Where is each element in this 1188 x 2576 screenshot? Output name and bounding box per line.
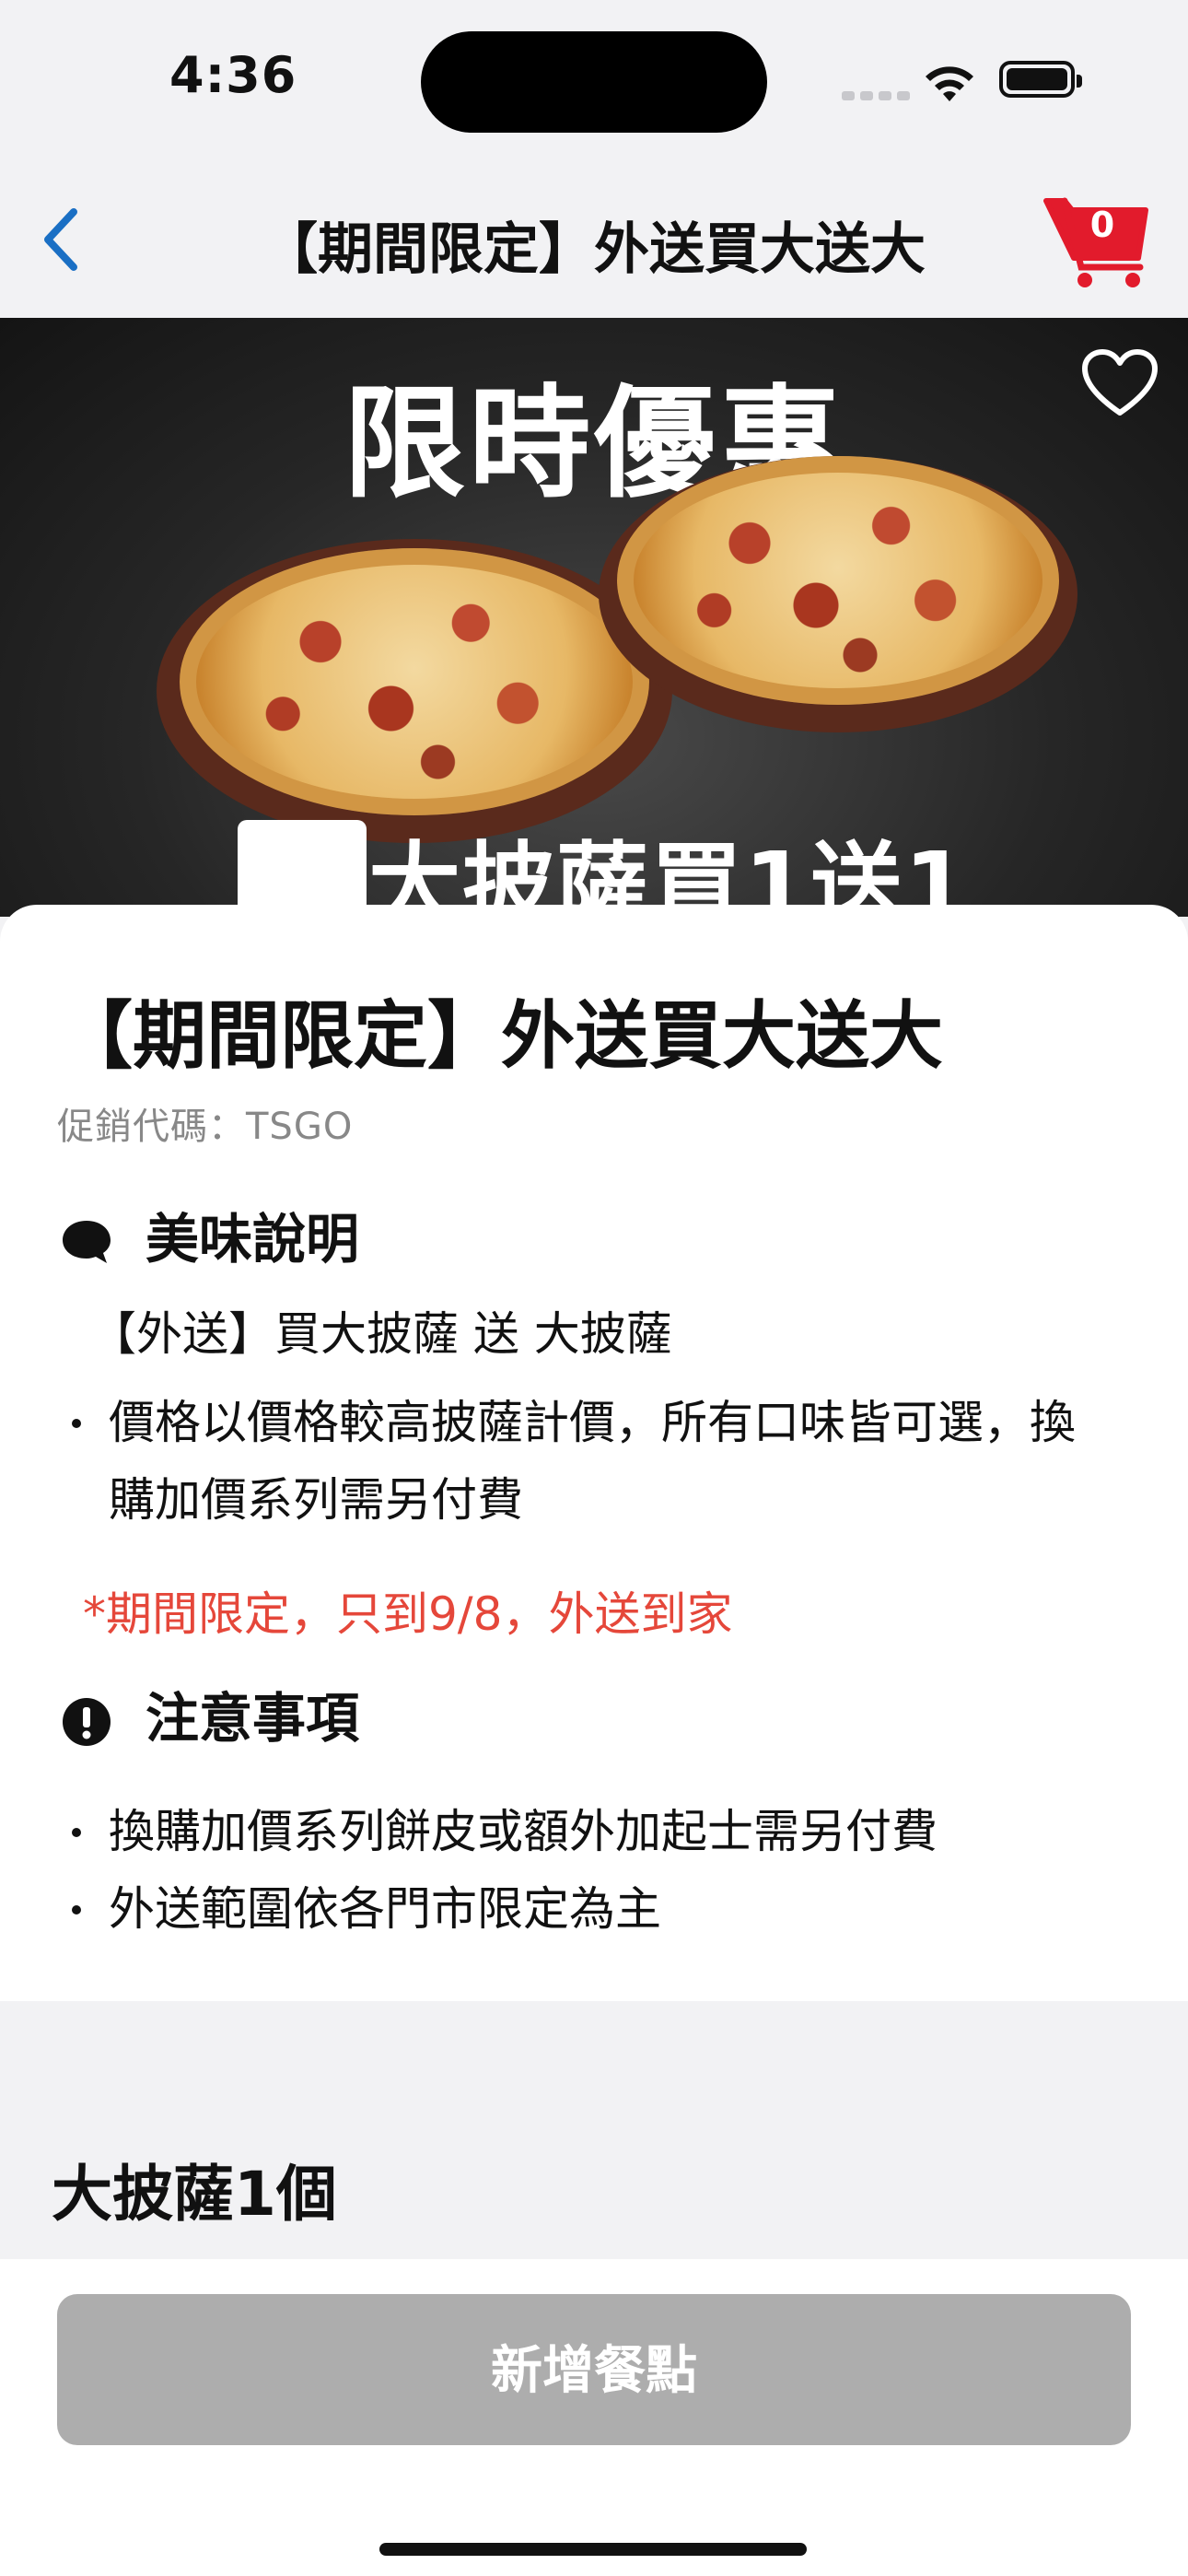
selection-title: 大披薩1個: [52, 2159, 337, 2230]
favorite-heart-icon[interactable]: [1081, 348, 1159, 418]
description-heading-label: 美味說明: [146, 1208, 360, 1270]
exclamation-circle-icon: [63, 1697, 111, 1746]
notice-heading-label: 注意事項: [146, 1687, 360, 1750]
home-indicator[interactable]: [379, 2543, 807, 2556]
description-intro: 【外送】買大披薩 送 大披薩: [90, 1307, 672, 1361]
dynamic-island: [421, 31, 767, 133]
page-title: 【期間限定】外送買大送大: [262, 217, 926, 282]
bullet-dot: [72, 1905, 81, 1914]
limited-time-note: *期間限定，只到9/8，外送到家: [83, 1587, 733, 1641]
promo-title: 【期間限定】外送買大送大: [59, 993, 943, 1079]
add-item-button[interactable]: 新增餐點: [57, 2294, 1131, 2445]
cart-count-badge: 0: [1089, 205, 1115, 245]
list-item: 換購加價系列餅皮或額外加起士需另付費: [72, 1793, 1103, 1870]
bullet-dot: [72, 1828, 81, 1837]
wifi-icon: [926, 66, 973, 101]
notice-heading: 注意事項: [59, 1675, 359, 1752]
list-item: 價格以價格較高披薩計價，所有口味皆可選，換購加價系列需另付費: [72, 1384, 1103, 1539]
cellular-signal-icon: [842, 87, 915, 104]
status-bar: 4:36: [0, 0, 1188, 166]
chat-bubble-icon: [63, 1220, 111, 1263]
nav-bar: 【期間限定】外送買大送大 0: [0, 166, 1188, 318]
pizza-left-image: [180, 548, 649, 815]
hero-headline: 限時優惠: [344, 373, 844, 515]
list-item-text: 換購加價系列餅皮或額外加起士需另付費: [109, 1805, 938, 1858]
status-time: 4:36: [169, 46, 297, 104]
promo-code: 促銷代碼：TSGO: [57, 1106, 354, 1148]
battery-icon: [999, 61, 1082, 98]
bullet-dot: [72, 1419, 81, 1428]
list-item: 外送範圍依各門市限定為主: [72, 1870, 1103, 1948]
description-heading: 美味說明: [59, 1196, 359, 1273]
list-item-text: 外送範圍依各門市限定為主: [109, 1882, 661, 1936]
list-item-text: 價格以價格較高披薩計價，所有口味皆可選，換購加價系列需另付費: [109, 1396, 1076, 1527]
pizza-right-image: [617, 456, 1059, 705]
